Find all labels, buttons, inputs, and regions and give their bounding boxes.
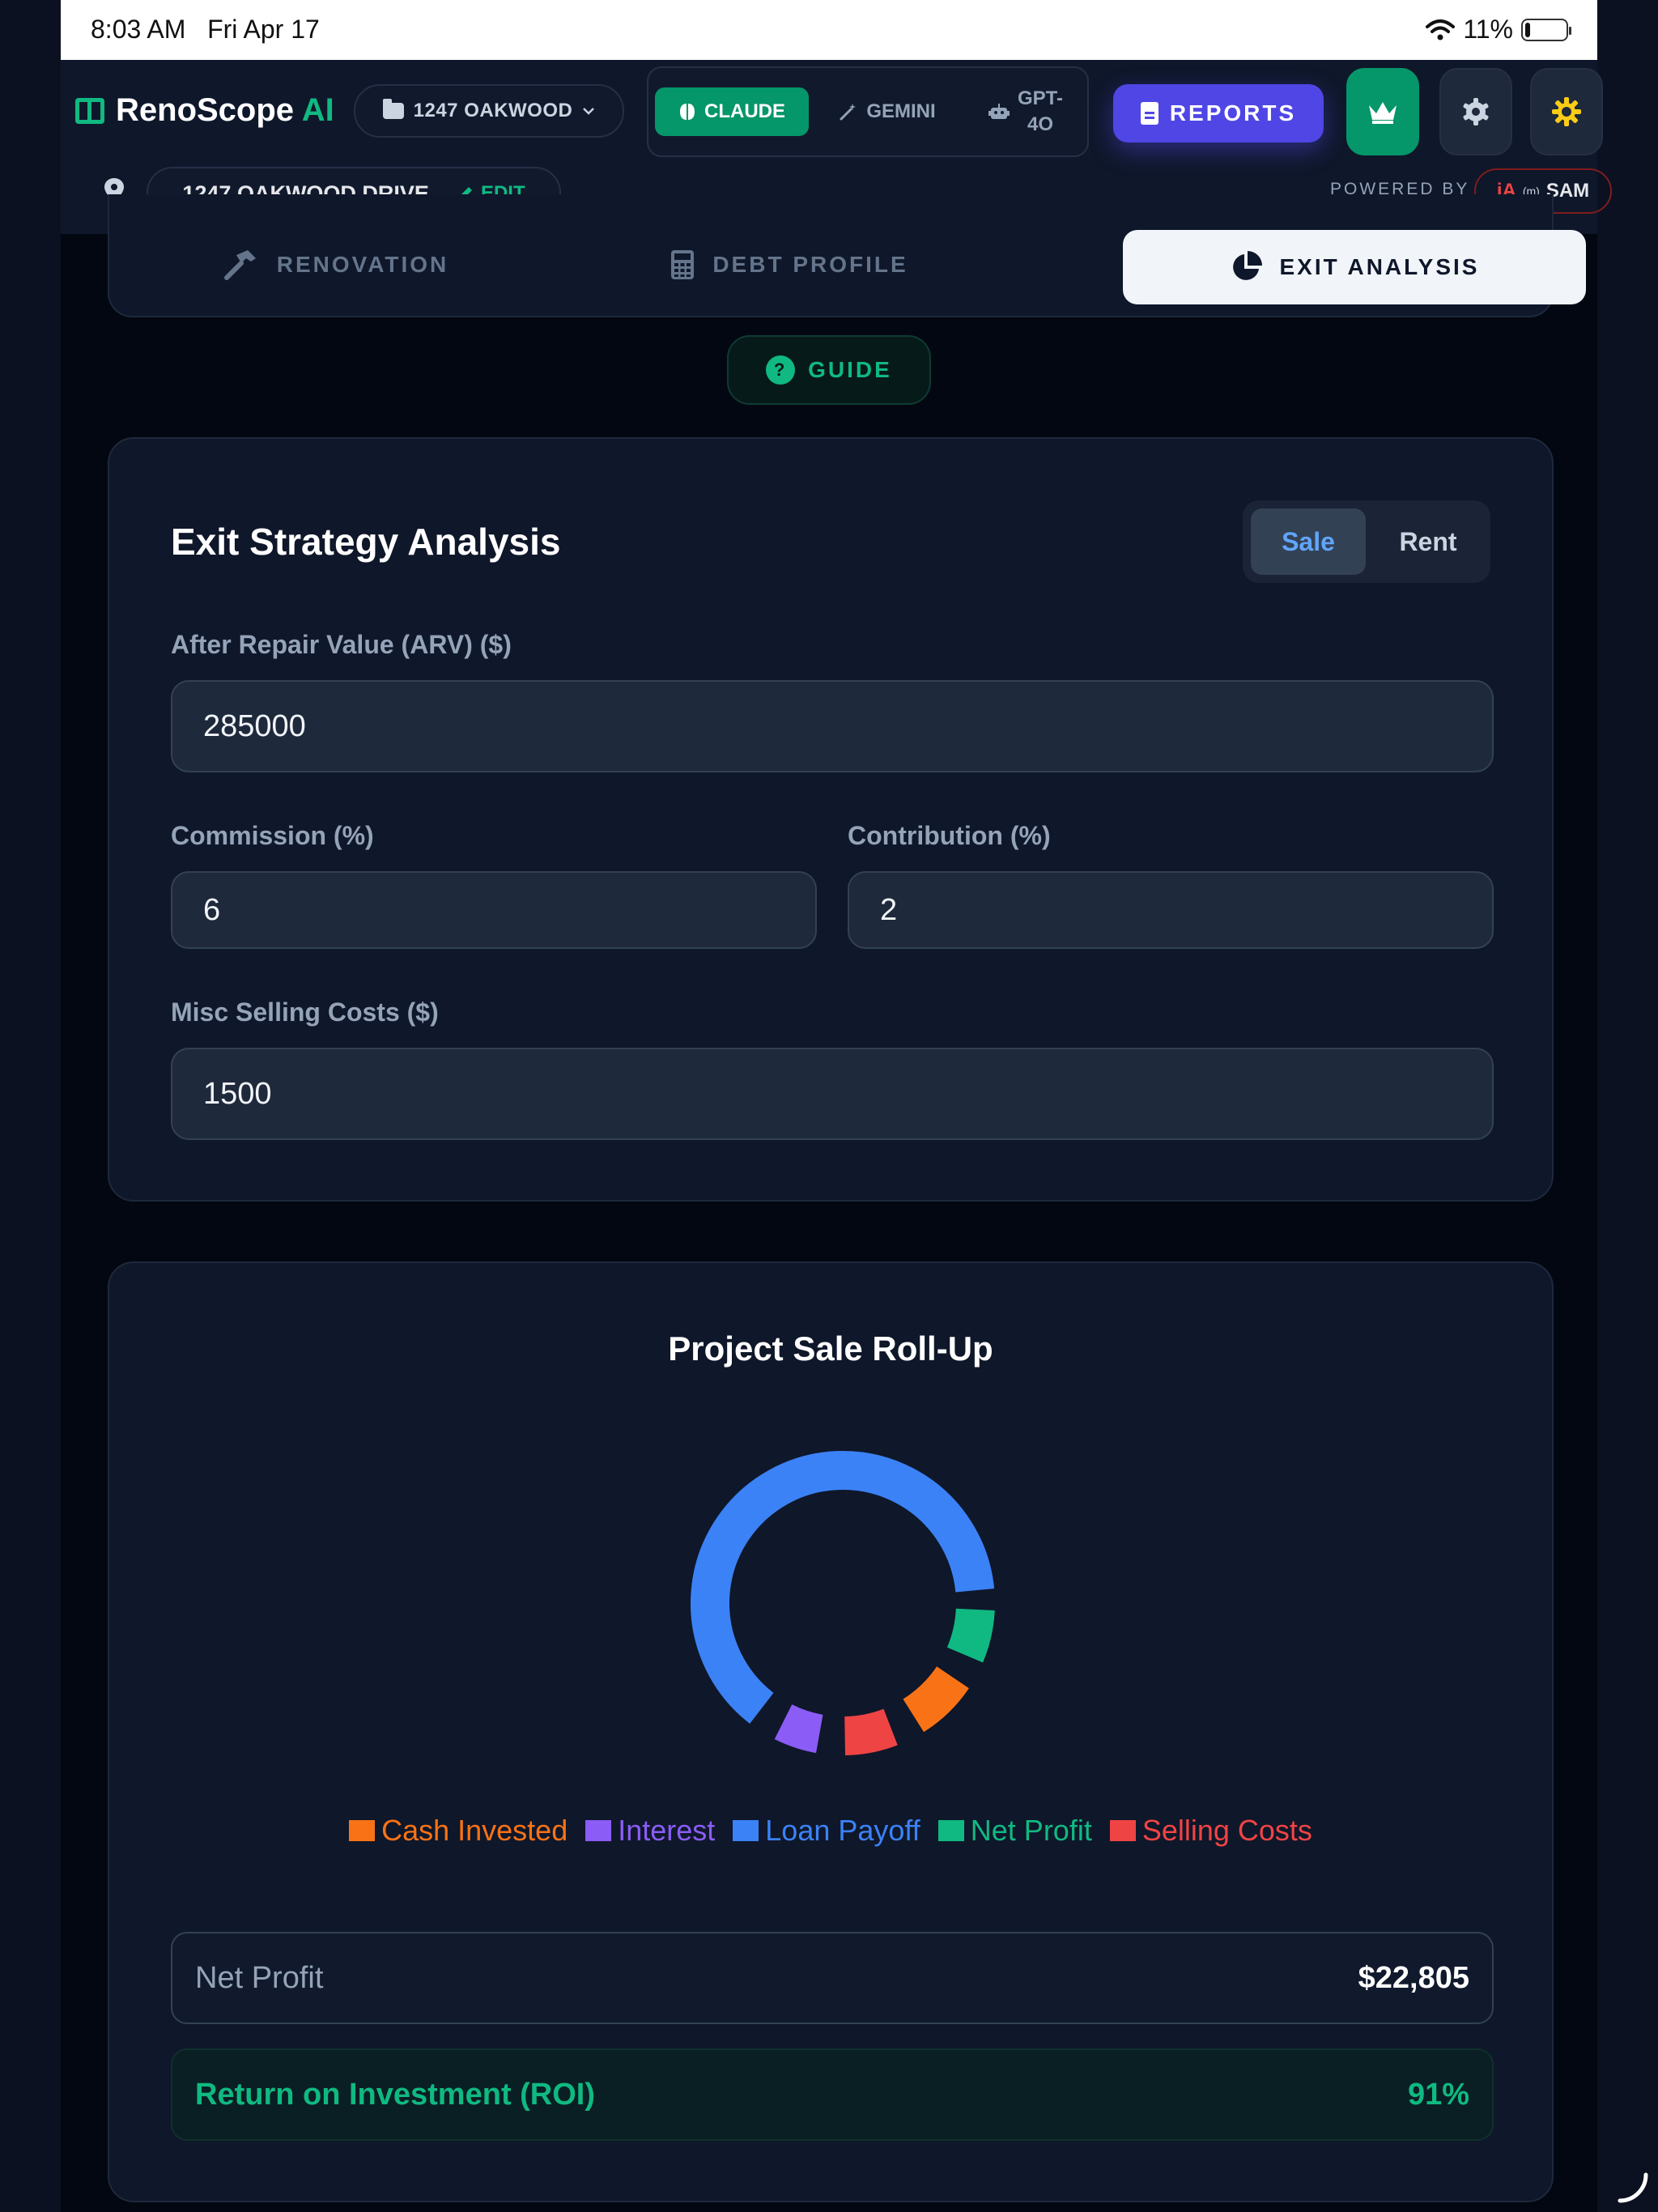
theme-toggle-button[interactable] <box>1530 68 1603 155</box>
donut-slice-interest[interactable] <box>774 1704 824 1754</box>
status-time: 8:03 AM Fri Apr 17 <box>91 15 320 45</box>
donut-slice-selling-costs[interactable] <box>844 1708 898 1755</box>
sun-icon <box>1552 97 1581 126</box>
gear-icon <box>1463 98 1489 125</box>
logo-ai: AI <box>301 92 334 128</box>
legend-swatch <box>937 1820 964 1841</box>
model-selector: CLAUDE GEMINI GPT- 4O <box>647 66 1089 157</box>
commission-input[interactable] <box>171 871 817 949</box>
tab-renovation[interactable]: RENOVATION <box>174 228 498 301</box>
net-profit-value: $22,805 <box>1358 1961 1469 1995</box>
model-gpt-line1: GPT- <box>1018 87 1064 109</box>
sale-rollup-card: Project Sale Roll-Up Cash Invested Intere… <box>108 1261 1554 2202</box>
chart-legend: Cash Invested Interest Loan Payoff Net Prof… <box>109 1814 1552 1848</box>
model-gpt-line2: 4O <box>1027 113 1053 135</box>
tab-debt-label: DEBT PROFILE <box>712 252 908 277</box>
legend-label: Interest <box>618 1814 716 1847</box>
net-profit-label: Net Profit <box>195 1961 324 1995</box>
legend-item-loan-payoff[interactable]: Loan Payoff <box>733 1814 920 1848</box>
arv-input[interactable] <box>171 680 1494 772</box>
roi-label: Return on Investment (ROI) <box>195 2078 596 2112</box>
battery-fill <box>1525 22 1530 37</box>
model-gpt-button[interactable]: GPT- 4O <box>966 79 1086 144</box>
wifi-icon <box>1426 19 1456 40</box>
commission-label: Commission (%) <box>171 821 374 850</box>
document-icon <box>1140 102 1158 125</box>
project-picker[interactable]: 1247 OAKWOOD <box>354 84 624 138</box>
project-picker-label: 1247 OAKWOOD <box>413 100 573 121</box>
help-icon: ? <box>766 355 796 385</box>
status-clock: 8:03 AM <box>91 15 186 44</box>
status-date: Fri Apr 17 <box>207 15 320 44</box>
robot-icon <box>988 104 1010 119</box>
pie-chart-icon <box>1232 251 1262 280</box>
logo-text: RenoScope <box>116 92 295 128</box>
claude-brain-icon <box>680 104 695 120</box>
hammer-icon <box>223 250 256 280</box>
loading-spinner-icon <box>1618 2172 1648 2203</box>
legend-item-cash-invested[interactable]: Cash Invested <box>349 1814 568 1848</box>
legend-swatch <box>349 1820 376 1841</box>
donut-slice-net-profit[interactable] <box>946 1608 995 1663</box>
status-right: 11% <box>1426 15 1571 45</box>
mode-sale-button[interactable]: Sale <box>1251 508 1366 575</box>
exit-strategy-card: Exit Strategy Analysis Sale Rent After R… <box>108 437 1554 1202</box>
reports-label: REPORTS <box>1169 100 1297 125</box>
legend-label: Loan Payoff <box>765 1814 920 1847</box>
battery-icon <box>1521 18 1571 41</box>
misc-selling-costs-label: Misc Selling Costs ($) <box>171 998 439 1027</box>
model-claude-button[interactable]: CLAUDE <box>655 87 809 136</box>
status-bar: 8:03 AM Fri Apr 17 11% <box>61 0 1597 60</box>
legend-label: Selling Costs <box>1141 1814 1312 1847</box>
model-gemini-label: GEMINI <box>866 100 936 122</box>
legend-item-interest[interactable]: Interest <box>585 1814 715 1848</box>
net-profit-summary: Net Profit $22,805 <box>171 1932 1494 2024</box>
legend-label: Cash Invested <box>381 1814 568 1847</box>
app-logo[interactable]: RenoScope AI <box>75 92 334 129</box>
model-claude-label: CLAUDE <box>704 100 785 122</box>
main-tabs: RENOVATION DEBT PROFILE EXIT ANALYSIS <box>108 194 1586 317</box>
reports-button[interactable]: REPORTS <box>1113 84 1324 143</box>
legend-item-net-profit[interactable]: Net Profit <box>937 1814 1092 1848</box>
contribution-input[interactable] <box>848 871 1494 949</box>
contribution-label: Contribution (%) <box>848 821 1051 850</box>
roi-summary: Return on Investment (ROI) 91% <box>171 2048 1494 2141</box>
rollup-title: Project Sale Roll-Up <box>668 1329 993 1368</box>
exit-strategy-title: Exit Strategy Analysis <box>171 521 561 563</box>
legend-swatch <box>585 1820 612 1841</box>
model-gemini-button[interactable]: GEMINI <box>827 87 948 136</box>
tab-debt-profile[interactable]: DEBT PROFILE <box>627 228 951 301</box>
mode-rent-button[interactable]: Rent <box>1374 508 1482 575</box>
app-frame: 8:03 AM Fri Apr 17 11% RenoScope AI 1247… <box>61 0 1648 2212</box>
legend-label: Net Profit <box>970 1814 1092 1847</box>
calculator-icon <box>671 250 695 279</box>
chevron-down-icon <box>583 108 595 115</box>
settings-button[interactable] <box>1439 68 1512 155</box>
rollup-donut-chart <box>691 1451 995 1755</box>
legend-item-selling-costs[interactable]: Selling Costs <box>1109 1814 1312 1848</box>
premium-button[interactable] <box>1346 68 1419 155</box>
tab-exit-analysis[interactable]: EXIT ANALYSIS <box>1123 230 1586 304</box>
donut-slice-cash-invested[interactable] <box>902 1665 969 1733</box>
folder-icon <box>382 99 404 119</box>
exit-mode-toggle: Sale Rent <box>1243 500 1490 583</box>
tab-exit-label: EXIT ANALYSIS <box>1279 254 1480 279</box>
guide-label: GUIDE <box>808 357 892 382</box>
misc-selling-costs-input[interactable] <box>171 1048 1494 1140</box>
tab-renovation-label: RENOVATION <box>276 252 449 277</box>
magic-wand-icon <box>840 104 857 121</box>
arv-label: After Repair Value (ARV) ($) <box>171 630 512 659</box>
legend-swatch <box>1109 1820 1136 1841</box>
model-gpt-label: GPT- 4O <box>1018 86 1063 138</box>
roi-value: 91% <box>1407 2078 1469 2112</box>
crown-icon <box>1369 102 1397 124</box>
logo-icon <box>75 97 104 124</box>
legend-swatch <box>733 1820 759 1841</box>
battery-percent: 11% <box>1463 15 1513 44</box>
guide-button[interactable]: ? GUIDE <box>727 335 931 405</box>
